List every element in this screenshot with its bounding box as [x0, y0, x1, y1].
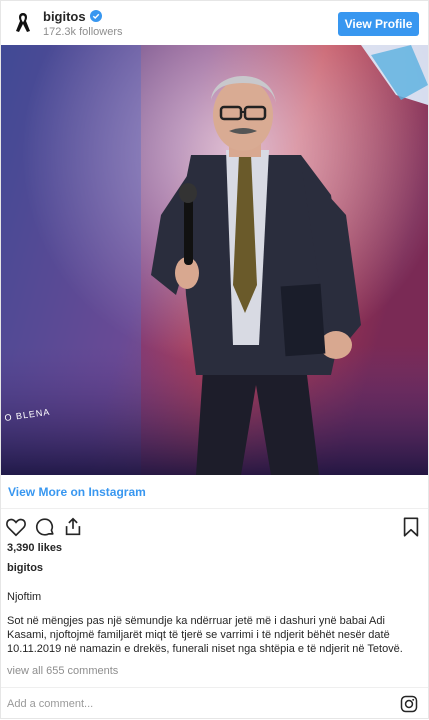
- view-more-row: View More on Instagram: [1, 475, 428, 509]
- instagram-embed-card: bigitos 172.3k followers View Profile O …: [0, 0, 429, 719]
- view-more-on-instagram-link[interactable]: View More on Instagram: [8, 485, 146, 499]
- add-comment-input[interactable]: [7, 695, 367, 713]
- instagram-logo-icon[interactable]: [400, 695, 418, 713]
- post-header: bigitos 172.3k followers View Profile: [1, 1, 428, 45]
- user-block: bigitos 172.3k followers: [43, 9, 123, 38]
- post-photo[interactable]: O BLENA: [1, 45, 428, 475]
- verified-badge-icon: [89, 10, 102, 22]
- black-ribbon-icon[interactable]: [7, 7, 39, 39]
- caption-author[interactable]: bigitos: [7, 562, 43, 574]
- view-profile-button[interactable]: View Profile: [338, 12, 419, 36]
- user-row: bigitos: [43, 9, 123, 24]
- username-link[interactable]: bigitos: [43, 9, 86, 24]
- view-all-comments-link[interactable]: view all 655 comments: [7, 665, 118, 677]
- heart-icon[interactable]: [5, 516, 27, 538]
- like-count[interactable]: 3,390 likes: [7, 542, 62, 554]
- share-icon[interactable]: [62, 516, 84, 538]
- action-bar: [1, 513, 428, 541]
- comment-bar: [1, 687, 428, 720]
- bookmark-icon[interactable]: [400, 516, 422, 538]
- caption-title: Njoftim: [7, 591, 42, 603]
- comment-icon[interactable]: [34, 516, 56, 538]
- caption-text: Sot në mëngjes pas një sëmundje ka ndërr…: [7, 615, 403, 655]
- follower-count: 172.3k followers: [43, 25, 123, 38]
